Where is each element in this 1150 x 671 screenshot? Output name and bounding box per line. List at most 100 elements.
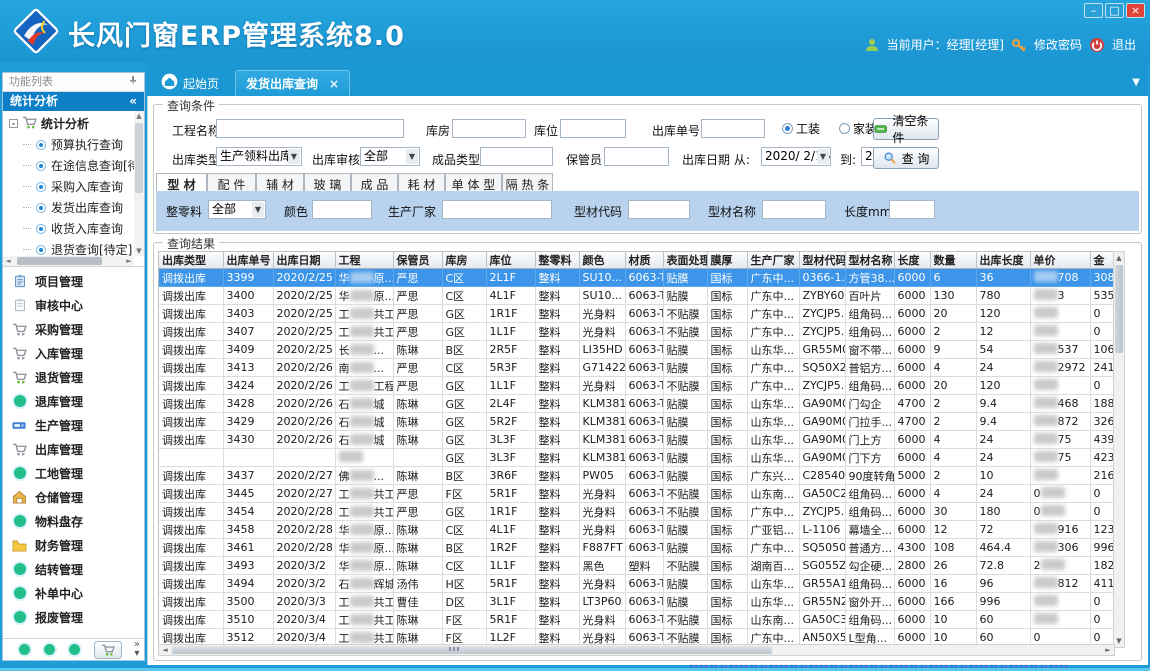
radio-industrial[interactable]: 工装 [782, 120, 820, 137]
column-header[interactable]: 数量 [930, 252, 976, 269]
logout-link[interactable]: 退出 [1112, 36, 1136, 53]
column-header[interactable]: 材质 [625, 252, 663, 269]
clear-conditions-button[interactable]: 清空条件 [873, 118, 939, 140]
column-header[interactable]: 型材名称 [845, 252, 894, 269]
tab-close-icon[interactable]: × [329, 77, 339, 91]
location-input[interactable] [560, 119, 626, 138]
column-header[interactable]: 型材代码 [799, 252, 845, 269]
grid-vertical-scrollbar[interactable]: ▲ ▼ [1113, 251, 1125, 648]
date-from-combo[interactable]: 2020/ 2/16▼ [761, 147, 831, 166]
search-button[interactable]: 查 询 [873, 147, 939, 169]
table-row[interactable]: 调拨出库35002020/3/3工共工程曹佳D区3L1F整料LT3P606063… [159, 593, 1115, 611]
column-header[interactable]: 膜厚 [707, 252, 747, 269]
sidebar-item-9[interactable]: 仓储管理 [3, 485, 144, 509]
column-header[interactable]: 出库日期 [273, 252, 335, 269]
table-row[interactable]: 调拨出库34372020/2/27佛...陈琳B区3R6F整料PW056063-… [159, 467, 1115, 485]
manufacturer-input[interactable] [442, 200, 552, 219]
table-row[interactable]: 调拨出库34032020/2/25工共工程严思G区1R1F整料光身料6063-T… [159, 305, 1115, 323]
tree-expander-icon[interactable]: - [9, 119, 18, 128]
sidebar-item-5[interactable]: 退库管理 [3, 389, 144, 413]
tree-root[interactable]: - 统计分析 [3, 111, 144, 134]
column-header[interactable]: 长度 [894, 252, 930, 269]
column-header[interactable]: 保管员 [393, 252, 442, 269]
sidebar-item-6[interactable]: 生产管理 [3, 413, 144, 437]
scroll-grip[interactable] [449, 647, 461, 651]
table-row[interactable]: 调拨出库34292020/2/26石城陈琳G区5R2F整料KLM38176063… [159, 413, 1115, 431]
table-row[interactable]: 调拨出库33992020/2/25华原...严思C区2L1F整料SU10...6… [159, 269, 1115, 287]
sidebar-item-11[interactable]: 财务管理 [3, 533, 144, 557]
scroll-up-icon[interactable]: ▲ [1114, 252, 1124, 264]
table-row[interactable]: 调拨出库34072020/2/25工共工程严思G区1L1F整料光身料6063-T… [159, 323, 1115, 341]
module-dot-icon[interactable] [19, 644, 30, 655]
sidebar-item-7[interactable]: 出库管理 [3, 437, 144, 461]
scroll-right-icon[interactable]: ► [124, 256, 134, 266]
table-row[interactable]: 调拨出库34612020/2/28华原...陈琳B区1R2F整料F887FT60… [159, 539, 1115, 557]
sidebar-item-2[interactable]: 采购管理 [3, 317, 144, 341]
column-header[interactable]: 整零料 [535, 252, 579, 269]
column-header[interactable]: 颜色 [579, 252, 625, 269]
tree-item-3[interactable]: 发货出库查询 [3, 197, 144, 218]
tree-item-2[interactable]: 采购入库查询 [3, 176, 144, 197]
scroll-down-icon[interactable]: ▼ [1114, 635, 1124, 647]
table-row[interactable]: 调拨出库34542020/2/28工共工程严思G区1R1F整料光身料6063-T… [159, 503, 1115, 521]
audit-combo[interactable]: 全部▼ [360, 147, 420, 166]
table-row[interactable]: 调拨出库34942020/3/2石辉城汤伟H区5R1F整料光身料6063-T5贴… [159, 575, 1115, 593]
column-header[interactable]: 出库类型 [159, 252, 223, 269]
table-row[interactable]: 调拨出库34452020/2/27工共工程严思F区5R1F整料光身料6063-T… [159, 485, 1115, 503]
tab-shipment-query[interactable]: 发货出库查询 × [235, 70, 350, 96]
warehouse-input[interactable] [452, 119, 526, 138]
product-type-input[interactable] [480, 147, 553, 166]
sidebar-item-4[interactable]: 退货管理 [3, 365, 144, 389]
tab-list-dropdown-icon[interactable]: ▼ [1132, 77, 1140, 88]
tree-vertical-scrollbar[interactable]: ▲ ▼ [134, 111, 144, 256]
close-button[interactable]: × [1126, 3, 1145, 18]
sidebar-item-8[interactable]: 工地管理 [3, 461, 144, 485]
tree-item-0[interactable]: 预算执行查询 [3, 134, 144, 155]
sidebar-item-0[interactable]: 项目管理 [3, 269, 144, 293]
column-header[interactable]: 库位 [486, 252, 535, 269]
table-row[interactable]: 调拨出库34302020/2/26石城陈琳G区3L3F整料KLM38176063… [159, 431, 1115, 449]
sidebar-item-10[interactable]: 物料盘存 [3, 509, 144, 533]
module-cart-button[interactable] [94, 641, 122, 659]
maximize-button[interactable]: □ [1105, 3, 1124, 18]
column-header[interactable]: 金 [1090, 252, 1115, 269]
sidebar-item-1[interactable]: 审核中心 [3, 293, 144, 317]
table-row[interactable]: 调拨出库34132020/2/26南...严思C区5R3F整料G71422606… [159, 359, 1115, 377]
horizontal-scroll-thumb[interactable] [172, 646, 772, 654]
column-header[interactable]: 出库单号 [223, 252, 273, 269]
tree-item-1[interactable]: 在途信息查询[待 [3, 155, 144, 176]
order-no-input[interactable] [701, 119, 765, 138]
scroll-left-icon[interactable]: ◄ [159, 645, 171, 655]
length-input[interactable] [889, 200, 935, 219]
profile-code-input[interactable] [628, 200, 690, 219]
whole-piece-combo[interactable]: 全部▼ [208, 200, 266, 219]
sidebar-item-12[interactable]: 结转管理 [3, 557, 144, 581]
tree-horizontal-scrollbar[interactable]: ◄ ► [3, 256, 134, 266]
table-row[interactable]: 调拨出库34282020/2/26石城陈琳G区2L4F整料KLM38176063… [159, 395, 1115, 413]
project-name-input[interactable] [216, 119, 404, 138]
table-row[interactable]: 调拨出库34582020/2/28华原...陈琳C区4L1F整料光身料6063-… [159, 521, 1115, 539]
column-header[interactable]: 出库长度 [976, 252, 1030, 269]
pin-icon[interactable] [128, 73, 138, 91]
tab-home[interactable]: 起始页 [151, 70, 229, 96]
scroll-up-icon[interactable]: ▲ [134, 111, 144, 121]
module-dot-icon[interactable] [44, 644, 55, 655]
module-dot-icon[interactable] [69, 644, 80, 655]
scroll-right-icon[interactable]: ► [1102, 645, 1114, 655]
sidebar-item-3[interactable]: 入库管理 [3, 341, 144, 365]
keeper-input[interactable] [604, 147, 669, 166]
tree-item-4[interactable]: 收货入库查询 [3, 218, 144, 239]
grid-horizontal-scrollbar[interactable]: ◄ ► [158, 644, 1115, 656]
out-type-combo[interactable]: 生产领料出库▼ [216, 147, 302, 166]
sidebar-item-14[interactable]: 报废管理 [3, 605, 144, 629]
change-password-link[interactable]: 修改密码 [1034, 36, 1082, 53]
minimize-button[interactable]: – [1084, 3, 1103, 18]
column-header[interactable]: 生产厂家 [747, 252, 799, 269]
table-row[interactable]: 调拨出库35102020/3/4工共工程陈琳F区5R1F整料光身料6063-T5… [159, 611, 1115, 629]
table-row[interactable]: G区3L3F整料KLM38176063-T5贴膜国标山东华...GA90M09.… [159, 449, 1115, 467]
sidebar-item-13[interactable]: 补单中心 [3, 581, 144, 605]
column-header[interactable]: 库房 [442, 252, 486, 269]
table-row[interactable]: 调拨出库34092020/2/25长...陈琳B区2R5F整料LI35HD606… [159, 341, 1115, 359]
column-header[interactable]: 工程 [335, 252, 393, 269]
section-statistics-header[interactable]: 统计分析 « [3, 92, 144, 111]
